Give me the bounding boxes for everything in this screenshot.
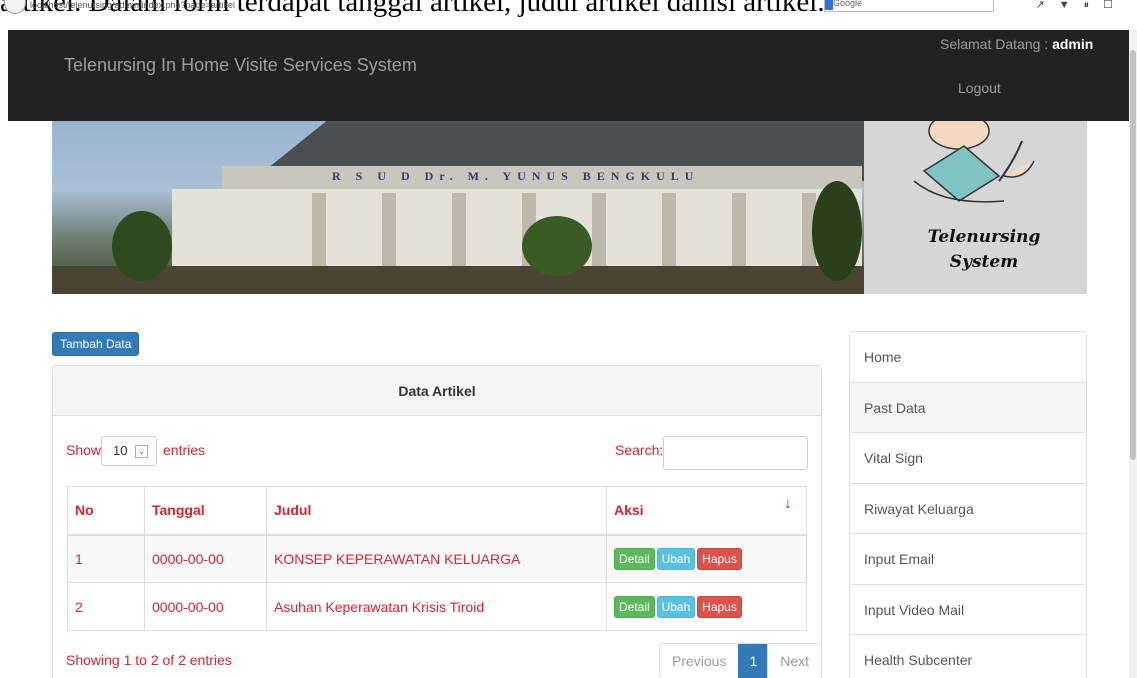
column-header-aksi[interactable]: Aksi ↓ xyxy=(606,486,807,536)
sidebar-item-riwayat-keluarga[interactable]: Riwayat Keluarga xyxy=(850,484,1086,534)
show-label: Show xyxy=(66,442,102,458)
address-bar[interactable]: localhost/telenursing/admin/index.php?pa… xyxy=(30,0,235,10)
sidebar-menu: Home Past Data Vital Sign Riwayat Keluar… xyxy=(849,331,1087,678)
next-page-button[interactable]: Next xyxy=(767,644,822,678)
table-info: Showing 1 to 2 of 2 entries xyxy=(66,652,232,668)
page-scrollbar[interactable] xyxy=(1129,30,1137,678)
pillar xyxy=(312,193,326,269)
sidebar-item-input-video-mail[interactable]: Input Video Mail xyxy=(850,585,1086,635)
pagination: Previous 1 Next xyxy=(659,643,823,678)
previous-page-button[interactable]: Previous xyxy=(660,644,739,678)
tree xyxy=(522,216,592,276)
data-panel: Data Artikel Show 10 ⌄ entries Search: N… xyxy=(52,365,823,678)
edit-button[interactable]: Ubah xyxy=(656,547,696,570)
delete-button[interactable]: Hapus xyxy=(697,547,742,570)
sidebar-item-past-data[interactable]: Past Data xyxy=(850,382,1086,433)
ground xyxy=(52,266,864,294)
cell-judul: KONSEP KEPERAWATAN KELUARGA xyxy=(266,534,607,583)
column-header-tanggal[interactable]: Tanggal xyxy=(144,486,267,536)
banner-title: Telenursing System xyxy=(894,225,1074,275)
column-header-no[interactable]: No xyxy=(67,486,145,536)
pillar xyxy=(732,193,746,269)
entries-select[interactable]: 10 ⌄ xyxy=(101,436,157,466)
back-button-icon[interactable] xyxy=(4,0,26,14)
table-row: 2 0000-00-00 Asuhan Keperawatan Krisis T… xyxy=(67,582,807,631)
delete-button[interactable]: Hapus xyxy=(697,595,742,618)
document-text-strip: artikel. Dalam form terdapat tanggal art… xyxy=(0,0,1137,30)
cell-no: 2 xyxy=(67,582,145,631)
tree xyxy=(112,211,172,281)
cell-no: 1 xyxy=(67,534,145,583)
tree xyxy=(812,181,862,281)
sidebar-item-health-subcenter[interactable]: Health Subcenter xyxy=(850,635,1086,678)
welcome-message: Selamat Datang : admin xyxy=(940,36,1093,52)
building-wall xyxy=(172,189,862,269)
hospital-photo: R S U D Dr. M. YUNUS BENGKULU xyxy=(52,121,872,294)
top-navbar: Telenursing In Home Visite Services Syst… xyxy=(8,30,1137,121)
header-banner: R S U D Dr. M. YUNUS BENGKULU Telenursin… xyxy=(52,121,1087,294)
column-header-judul[interactable]: Judul xyxy=(266,486,607,536)
detail-button[interactable]: Detail xyxy=(614,595,655,618)
page-number-button[interactable]: 1 xyxy=(738,644,768,678)
pillar xyxy=(592,193,606,269)
table-row: 1 0000-00-00 KONSEP KEPERAWATAN KELUARGA… xyxy=(67,534,807,583)
welcome-prefix: Selamat Datang : xyxy=(940,36,1053,52)
sidebar-item-input-email[interactable]: Input Email xyxy=(850,534,1086,585)
browser-toolbar: localhost/telenursing/admin/index.php?pa… xyxy=(0,0,1137,18)
logout-link[interactable]: Logout xyxy=(958,80,1001,96)
username: admin xyxy=(1052,36,1094,52)
cell-judul: Asuhan Keperawatan Krisis Tiroid xyxy=(266,582,607,631)
sort-arrow-icon[interactable]: ↓ xyxy=(784,495,792,513)
pillar xyxy=(382,193,396,269)
search-label: Search: xyxy=(615,442,664,458)
search-input[interactable] xyxy=(663,436,808,470)
sidebar-item-home[interactable]: Home xyxy=(850,332,1086,383)
banner-title-line2: System xyxy=(949,252,1019,272)
scrollbar-thumb[interactable] xyxy=(1130,50,1136,460)
articles-table: No Tanggal Judul Aksi ↓ 1 0000-00-00 KON… xyxy=(67,486,807,631)
entries-label: entries xyxy=(163,442,206,458)
cell-aksi: Detail Ubah Hapus xyxy=(606,534,807,583)
entries-value: 10 xyxy=(113,443,128,458)
pillar xyxy=(662,193,676,269)
column-header-aksi-label: Aksi xyxy=(614,502,644,519)
pillar xyxy=(452,193,466,269)
banner-title-line1: Telenursing xyxy=(927,227,1041,247)
detail-button[interactable]: Detail xyxy=(614,547,655,570)
building-sign: R S U D Dr. M. YUNUS BENGKULU xyxy=(332,169,700,183)
browser-toolbar-icons[interactable]: ↗▼⏸☐ xyxy=(1036,0,1127,12)
brand-title[interactable]: Telenursing In Home Visite Services Syst… xyxy=(64,55,417,76)
chevron-down-icon[interactable]: ⌄ xyxy=(135,445,148,458)
sidebar-item-vital-sign[interactable]: Vital Sign xyxy=(850,433,1086,484)
edit-button[interactable]: Ubah xyxy=(656,595,696,618)
search-engine-label: Google xyxy=(833,0,863,8)
browser-search-box[interactable]: Google xyxy=(824,0,994,12)
cell-aksi: Detail Ubah Hapus xyxy=(606,582,807,631)
nurse-icon xyxy=(913,121,1035,203)
google-icon xyxy=(825,0,833,10)
nurse-illustration: Telenursing System xyxy=(864,121,1087,294)
cell-tanggal: 0000-00-00 xyxy=(144,534,267,583)
add-data-button[interactable]: Tambah Data xyxy=(52,332,140,356)
cell-tanggal: 0000-00-00 xyxy=(144,582,267,631)
table-header-row: No Tanggal Judul Aksi ↓ xyxy=(67,486,807,536)
panel-heading: Data Artikel xyxy=(53,366,821,416)
